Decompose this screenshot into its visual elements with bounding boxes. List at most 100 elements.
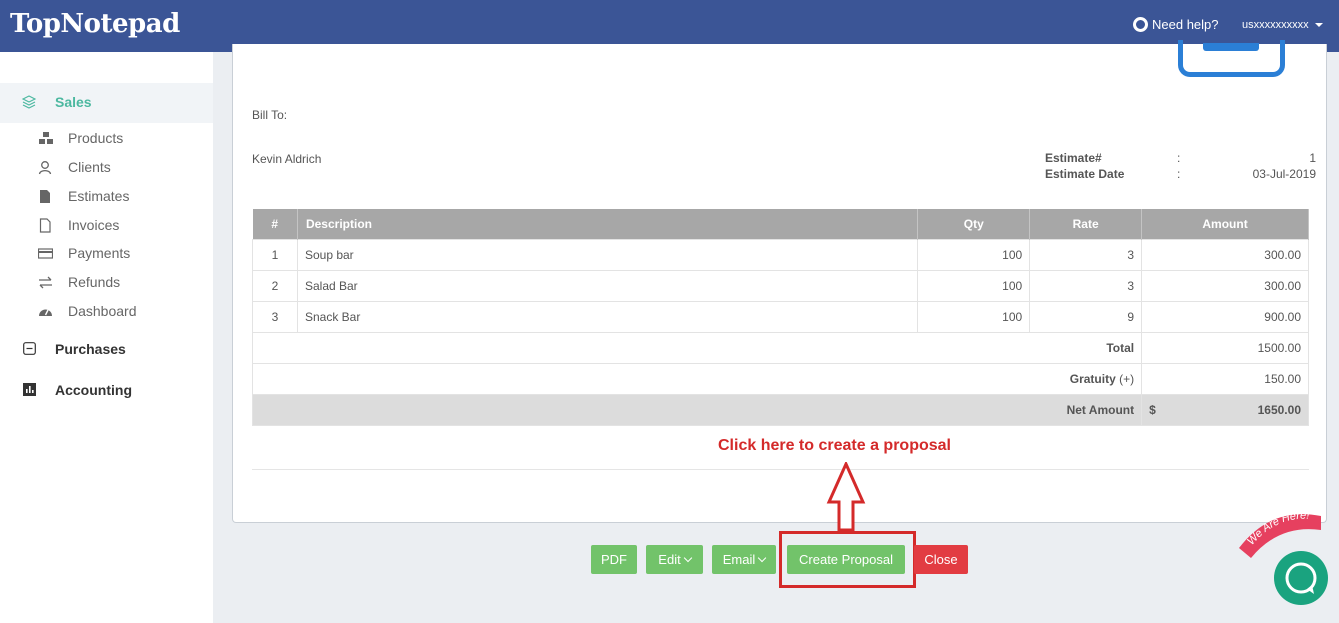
sidebar-item-purchases[interactable]: Purchases: [0, 335, 213, 365]
net-amount-row: Net Amount $ 1650.00: [251, 393, 1309, 426]
client-name: Kevin Aldrich: [252, 152, 322, 166]
colon: :: [1177, 167, 1181, 181]
button-label: PDF: [601, 552, 627, 567]
logo-text: TopNotepad: [10, 9, 180, 39]
annotation-callout: Click here to create a proposal: [718, 437, 951, 454]
sidebar-item-label: Estimates: [68, 188, 130, 204]
sidebar-item-accounting[interactable]: Accounting: [0, 376, 213, 406]
column-header: Rate: [1029, 209, 1143, 239]
row-amount: 900.00: [1141, 300, 1309, 333]
column-header: Qty: [917, 209, 1031, 239]
email-button[interactable]: Email: [712, 545, 776, 574]
minus-square-icon: [23, 342, 36, 355]
edit-button[interactable]: Edit: [646, 545, 703, 574]
sidebar-item-invoices[interactable]: Invoices: [0, 211, 213, 240]
sidebar: Sales Products Clients Estimates Invoice…: [0, 52, 213, 623]
gratuity-label-cell: Gratuity (+): [251, 362, 1143, 395]
row-number: 3: [252, 300, 298, 333]
sidebar-item-payments[interactable]: Payments: [0, 239, 213, 268]
cubes-icon: [38, 131, 53, 146]
caret-down-icon: [1314, 23, 1323, 27]
button-label: Close: [924, 552, 958, 567]
gratuity-sign: (+): [1119, 371, 1135, 386]
chevron-down-icon: [758, 553, 767, 563]
row-rate: 3: [1029, 269, 1143, 302]
column-header: Description: [297, 209, 919, 239]
chevron-down-icon: [683, 553, 692, 563]
estimate-number: 1: [1309, 151, 1316, 165]
bar-chart-icon: [23, 383, 36, 396]
column-header: #: [252, 209, 298, 239]
gratuity-row: Gratuity (+) 150.00: [251, 362, 1309, 395]
table-header-row: # Description Qty Rate Amount: [252, 209, 1309, 239]
file-icon: [38, 189, 53, 204]
table-row: 1 Soup bar 100 3 300.00: [252, 238, 1309, 271]
pdf-button[interactable]: PDF: [591, 545, 637, 574]
sidebar-item-sales[interactable]: Sales: [0, 83, 213, 123]
sidebar-item-refunds[interactable]: Refunds: [0, 268, 213, 297]
credit-card-icon: [37, 246, 54, 261]
total-row: Total 1500.00: [251, 331, 1309, 364]
chat-bubble-icon: [1285, 562, 1317, 594]
net-amount-cell: $ 1650.00: [1141, 393, 1309, 426]
gratuity-label: Gratuity: [1069, 371, 1116, 386]
row-qty: 100: [917, 269, 1031, 302]
user-menu[interactable]: usxxxxxxxxxx: [1242, 19, 1323, 31]
sidebar-item-label: Dashboard: [68, 303, 137, 319]
dashboard-icon: [38, 304, 53, 319]
sidebar-item-label: Payments: [68, 245, 131, 261]
row-number: 2: [252, 269, 298, 302]
sidebar-item-label: Sales: [55, 94, 92, 110]
net-amount-label: Net Amount: [251, 393, 1143, 426]
user-label: usxxxxxxxxxx: [1242, 19, 1309, 31]
button-label: Create Proposal: [799, 552, 893, 567]
gratuity-value: 150.00: [1141, 362, 1309, 395]
table-row: 2 Salad Bar 100 3 300.00: [252, 269, 1309, 302]
sidebar-item-label: Invoices: [68, 217, 120, 233]
row-rate: 3: [1029, 238, 1143, 271]
sidebar-item-clients[interactable]: Clients: [0, 153, 213, 182]
row-amount: 300.00: [1141, 238, 1309, 271]
app-logo[interactable]: TopNotepad: [10, 9, 180, 39]
company-logo-graphic: [1178, 40, 1285, 77]
sidebar-item-label: Refunds: [68, 274, 121, 290]
row-qty: 100: [917, 238, 1031, 271]
row-description: Soup bar: [296, 238, 919, 271]
layers-icon: [21, 95, 37, 114]
help-link[interactable]: Need help?: [1133, 17, 1219, 32]
lifebuoy-icon: [1133, 17, 1148, 32]
file-outline-icon: [38, 218, 53, 233]
total-label: Total: [251, 331, 1143, 364]
close-button[interactable]: Close: [914, 545, 968, 574]
net-amount-value: 1650.00: [1257, 402, 1301, 417]
row-qty: 100: [917, 300, 1031, 333]
button-label: Email: [722, 552, 756, 567]
row-rate: 9: [1029, 300, 1143, 333]
up-arrow-annotation-icon: [826, 462, 866, 532]
chat-button[interactable]: [1274, 551, 1328, 605]
line-items-table: # Description Qty Rate Amount 1 Soup bar…: [251, 209, 1309, 426]
row-description: Snack Bar: [296, 300, 919, 333]
estimate-date: 03-Jul-2019: [1252, 167, 1316, 181]
help-label: Need help?: [1152, 17, 1219, 32]
row-amount: 300.00: [1141, 269, 1309, 302]
row-description: Salad Bar: [296, 269, 919, 302]
total-value: 1500.00: [1141, 331, 1309, 364]
table-row: 3 Snack Bar 100 9 900.00: [252, 300, 1309, 333]
exchange-icon: [38, 275, 53, 290]
sidebar-item-label: Accounting: [55, 382, 132, 398]
row-number: 1: [252, 238, 298, 271]
divider: [252, 469, 1309, 470]
estimate-number-label: Estimate#: [1045, 151, 1102, 165]
create-proposal-button[interactable]: Create Proposal: [787, 545, 905, 574]
sidebar-item-label: Purchases: [55, 341, 126, 357]
button-label: Edit: [658, 552, 681, 567]
sidebar-item-label: Clients: [68, 159, 111, 175]
currency-symbol: $: [1149, 402, 1156, 417]
user-icon: [38, 160, 53, 175]
sidebar-item-dashboard[interactable]: Dashboard: [0, 297, 213, 326]
sidebar-item-products[interactable]: Products: [0, 124, 213, 153]
colon: :: [1177, 151, 1181, 165]
column-header: Amount: [1141, 209, 1309, 239]
sidebar-item-estimates[interactable]: Estimates: [0, 182, 213, 211]
